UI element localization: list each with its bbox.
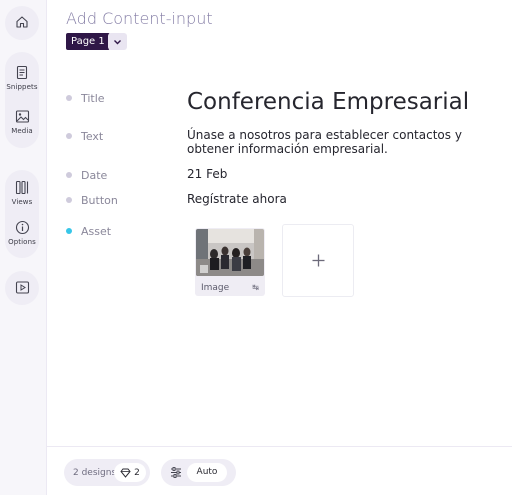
designs-pill[interactable]: 2 designs 2: [64, 459, 150, 486]
page-dropdown-button[interactable]: [108, 33, 127, 50]
sidebar-item-snippets[interactable]: Snippets: [5, 65, 39, 91]
gem-icon: [120, 468, 131, 478]
columns-icon: [15, 180, 28, 195]
plus-icon: [312, 254, 324, 267]
field-dot-title: [66, 95, 72, 101]
field-label-date: Date: [81, 169, 108, 182]
footer-divider: [46, 446, 512, 447]
page-selector[interactable]: Page 1: [66, 33, 110, 50]
sidebar-item-label: Options: [8, 238, 36, 246]
sidebar-item-media[interactable]: Media: [5, 109, 39, 135]
document-icon: [16, 65, 28, 80]
field-label-title: Title: [81, 92, 105, 105]
designs-count-badge[interactable]: 2: [114, 463, 146, 482]
text-value[interactable]: Únase a nosotros para establecer contact…: [187, 128, 497, 156]
field-dot-asset: [66, 228, 72, 234]
asset-thumbnail[interactable]: [196, 229, 264, 276]
info-icon: [15, 220, 29, 235]
field-label-button: Button: [81, 194, 118, 207]
auto-button[interactable]: Auto: [187, 463, 227, 482]
field-dot-date: [66, 172, 72, 178]
field-dot-text: [66, 133, 72, 139]
date-value[interactable]: 21 Feb: [187, 167, 227, 181]
field-label-text: Text: [81, 130, 104, 143]
home-button[interactable]: [5, 15, 39, 29]
page-title: Add Content-input: [66, 9, 213, 28]
image-icon: [15, 110, 29, 123]
chevron-down-icon: [114, 39, 121, 44]
field-label-asset: Asset: [81, 225, 112, 238]
play-icon: [15, 281, 29, 294]
sidebar-item-label: Snippets: [6, 83, 38, 91]
swap-icon[interactable]: ↹: [252, 283, 259, 292]
conference-photo: [196, 229, 264, 276]
button-value[interactable]: Regístrate ahora: [187, 192, 287, 206]
title-value[interactable]: Conferencia Empresarial: [187, 89, 469, 115]
preview-button[interactable]: [5, 280, 39, 295]
sidebar: Snippets Media Views Options: [0, 0, 47, 495]
field-dot-button: [66, 197, 72, 203]
sliders-icon: [171, 467, 181, 478]
asset-card[interactable]: Image ↹: [195, 228, 265, 296]
sidebar-item-views[interactable]: Views: [5, 180, 39, 206]
sidebar-item-options[interactable]: Options: [5, 220, 39, 246]
home-icon: [16, 16, 28, 28]
designs-count-text: 2 designs: [73, 467, 117, 478]
asset-type-label: Image: [201, 283, 230, 293]
sidebar-item-label: Views: [11, 198, 33, 206]
layout-pill[interactable]: Auto: [161, 459, 236, 486]
add-asset-button[interactable]: [282, 224, 354, 297]
sidebar-item-label: Media: [11, 127, 33, 135]
designs-count-value: 2: [134, 467, 140, 478]
